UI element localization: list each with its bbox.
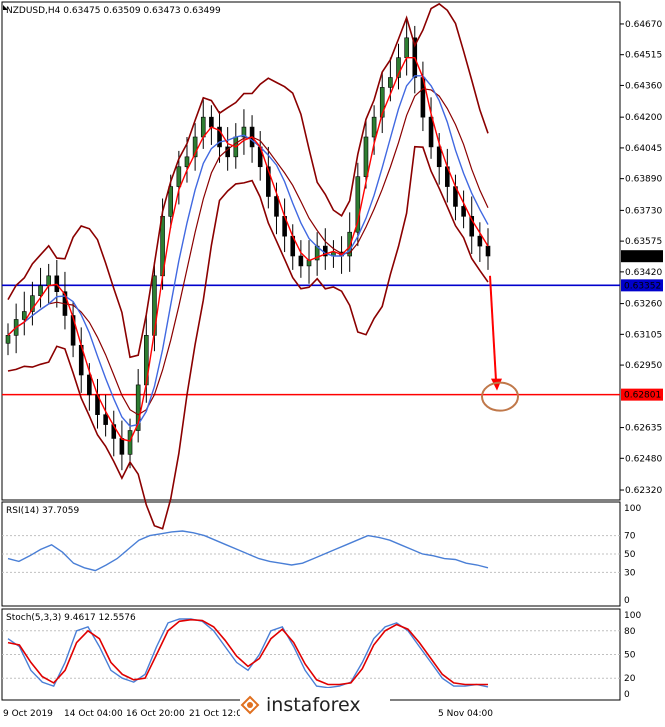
candle-body <box>38 285 43 296</box>
price-tick-label: 0.64360 <box>625 81 662 91</box>
candle-body <box>200 116 206 138</box>
time-axis-label: 9 Oct 2019 <box>3 709 53 719</box>
level-tag-text: 0.63352 <box>624 281 661 291</box>
instaforex-watermark: instaforex <box>240 688 390 722</box>
rsi-title: RSI(14) 37.7059 <box>6 506 79 516</box>
candle-body <box>485 245 491 257</box>
main-chart-title: NZDUSD,H4 0.63475 0.63509 0.63473 0.6349… <box>6 6 221 16</box>
price-tick-label: 0.64045 <box>625 144 662 154</box>
time-axis-label: 5 Nov 04:00 <box>438 709 493 719</box>
price-tick-label: 0.63420 <box>625 268 662 278</box>
price-tick-label: 0.64670 <box>625 20 662 30</box>
chart-svg: 0.64670 0.64515 0.64360 0.64200 0.64045 0.638… <box>1 1 663 719</box>
candle-body <box>119 438 125 455</box>
candle-body <box>209 116 214 128</box>
price-tick-label: 0.64515 <box>625 51 662 61</box>
rsi-tick-label: 0 <box>624 596 630 606</box>
candle-body <box>388 77 393 88</box>
candle-body <box>127 430 133 455</box>
time-axis-label: 14 Oct 04:00 <box>64 709 123 719</box>
candle-body <box>461 206 466 217</box>
candle-body <box>428 116 434 148</box>
stoch-tick-label: 50 <box>624 651 636 661</box>
price-tick-label: 0.63575 <box>625 237 662 247</box>
candle-body <box>477 235 483 247</box>
chart-root: 0.64670 0.64515 0.64360 0.64200 0.64045 0.638… <box>0 0 665 723</box>
candle-body <box>21 311 27 320</box>
price-tick-label: 0.63730 <box>625 206 662 216</box>
level-tag-text: 0.62801 <box>624 391 661 401</box>
price-tick-label: 0.62635 <box>625 424 662 434</box>
candle-body <box>371 116 377 138</box>
rsi-tick-label: 50 <box>624 550 636 560</box>
price-tick-label: 0.64200 <box>625 113 662 123</box>
candle-body <box>87 374 92 396</box>
rsi-tick-label: 70 <box>624 532 636 542</box>
rsi-tick-label: 100 <box>624 504 641 514</box>
stoch-tick-label: 100 <box>624 611 641 621</box>
stoch-tick-label: 80 <box>624 627 636 637</box>
candle-body <box>46 275 51 287</box>
price-tick-label: 0.63105 <box>625 330 662 340</box>
price-tick-label: 0.62480 <box>625 454 662 464</box>
candle-body <box>176 166 182 187</box>
candle-body <box>363 136 369 177</box>
price-tick-label: 0.63890 <box>625 175 662 185</box>
price-tick-label: 0.63260 <box>625 300 662 310</box>
time-axis-label: 16 Oct 20:00 <box>126 709 185 719</box>
rsi-tick-label: 30 <box>624 568 636 578</box>
price-tick-label: 0.62320 <box>625 486 662 496</box>
candle-body <box>436 146 442 168</box>
candle-body <box>404 37 409 58</box>
candle-body <box>184 156 190 168</box>
candle-body <box>103 414 108 425</box>
stoch-title: Stoch(5,3,3) 9.4617 12.5576 <box>6 613 136 623</box>
price-tick-label: 0.62950 <box>625 361 662 371</box>
candle-body <box>274 196 279 217</box>
instaforex-logo-icon <box>240 695 260 715</box>
stoch-tick-label: 20 <box>624 674 636 684</box>
stoch-tick-label: 0 <box>624 690 630 700</box>
current-price-text: 0.63499 <box>624 252 661 262</box>
candle-body <box>5 335 11 344</box>
watermark-text: instaforex <box>266 694 361 716</box>
main-panel-frame <box>1 1 621 501</box>
candle-body <box>298 255 304 267</box>
candle-body <box>168 186 174 217</box>
